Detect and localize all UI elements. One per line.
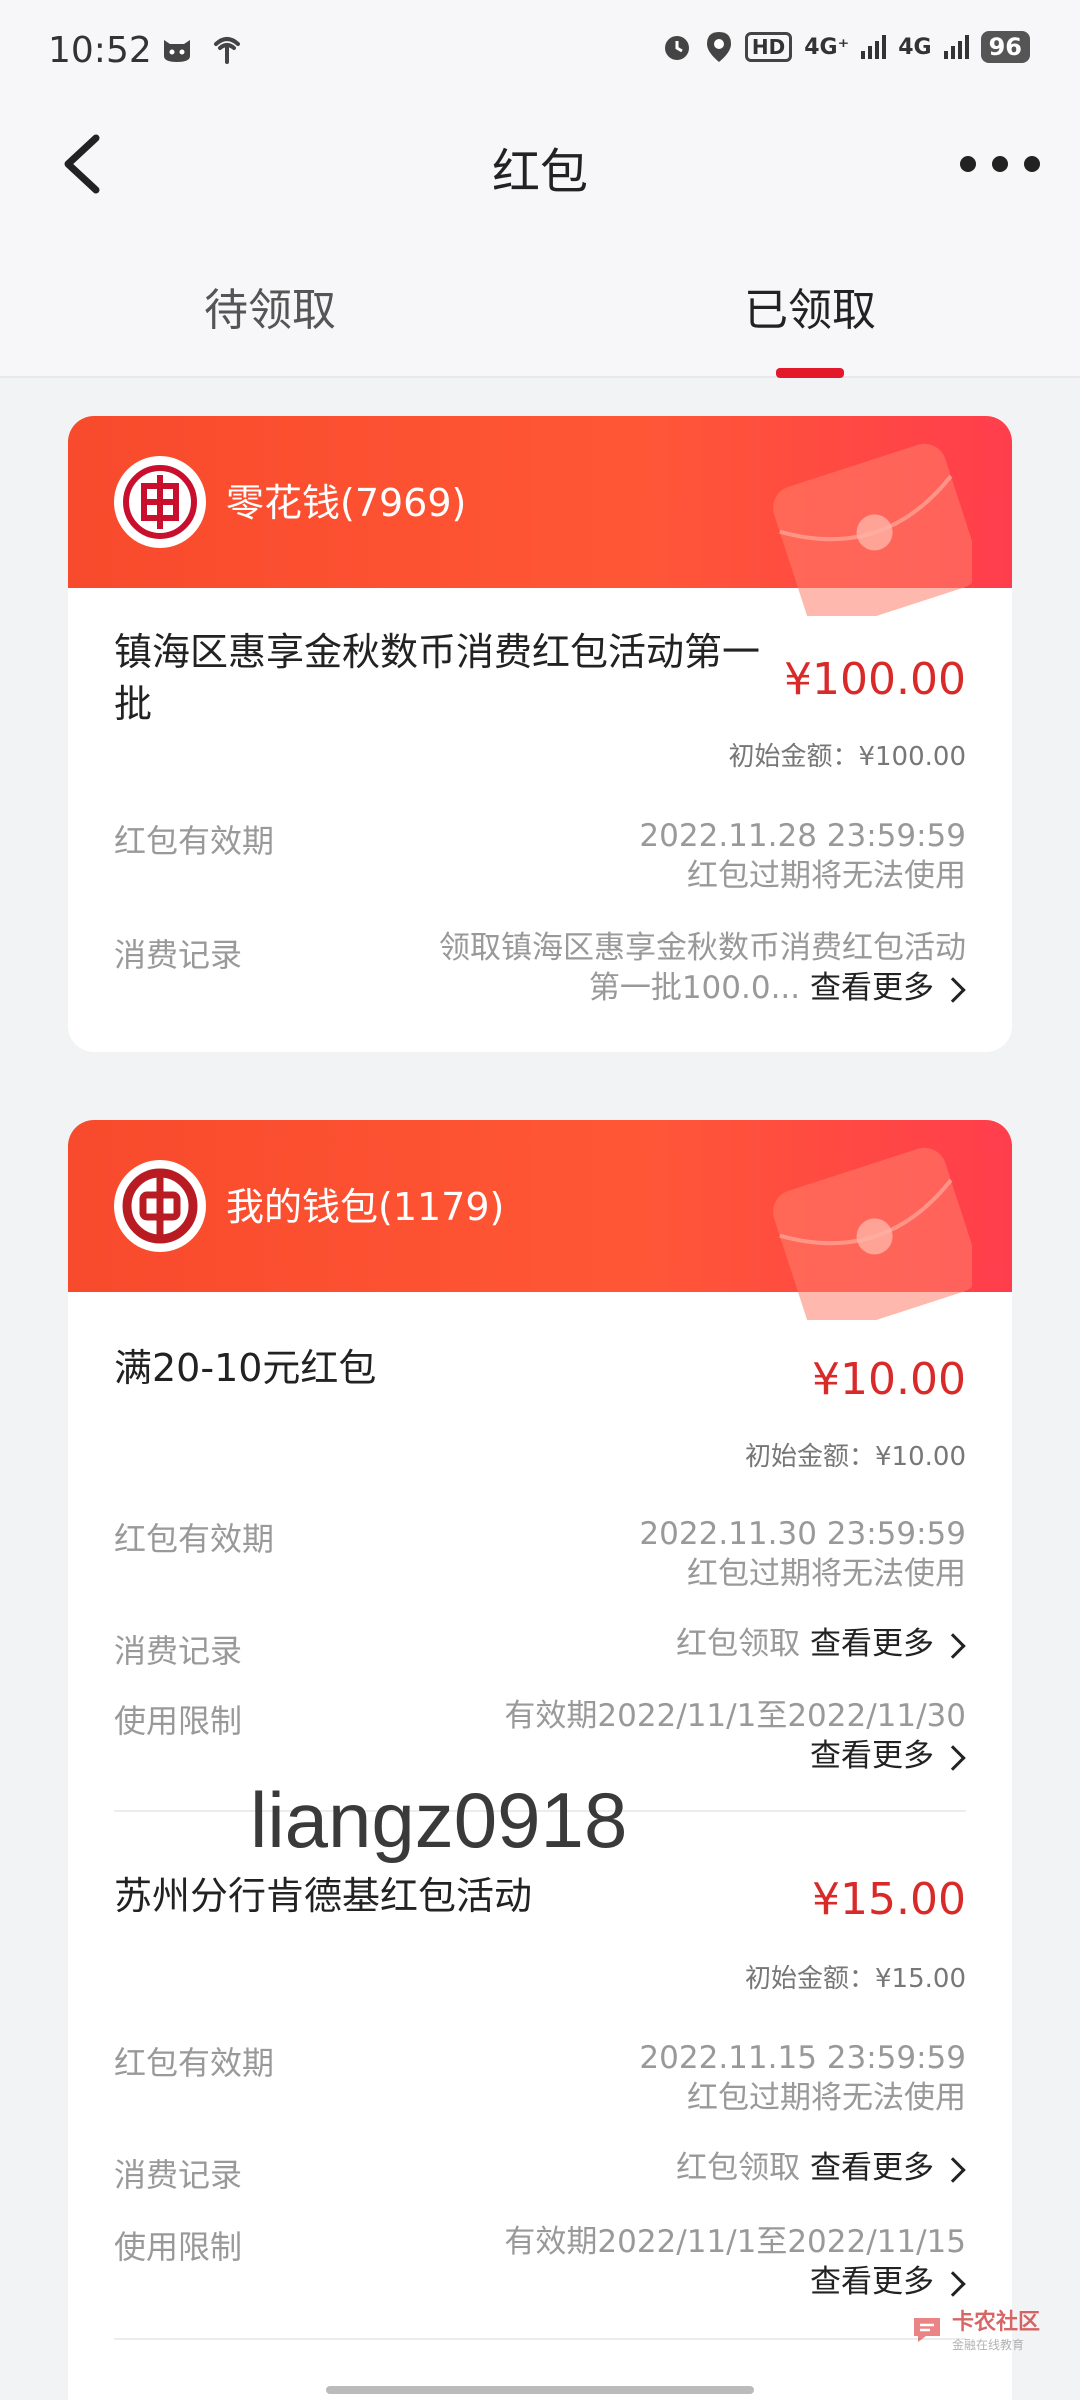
wallet-name: 零花钱(7969) — [226, 481, 467, 525]
battery-icon: 96 — [980, 31, 1030, 63]
record-label: 消费记录 — [114, 1632, 243, 1670]
limit-text: 有效期2022/11/1至2022/11/15 — [504, 2224, 966, 2260]
status-bar: 10:52 HD 4G⁺ 4G 96 — [0, 0, 1080, 104]
redpacket-item[interactable]: 满20-10元红包 ¥10.00 初始金额：¥10.00 红包有效期 2022.… — [68, 1292, 1012, 1812]
view-more-link[interactable]: 查看更多 — [810, 970, 966, 1006]
forum-logo-tagline: 金融在线教育 — [951, 2338, 1024, 2352]
bank-logo — [114, 1160, 206, 1252]
limit-text: 有效期2022/11/1至2022/11/30 — [504, 1698, 966, 1734]
chevron-right-icon — [940, 1632, 966, 1659]
validity-note: 红包过期将无法使用 — [687, 858, 966, 894]
wallet-card: 零花钱(7969) 镇海区惠享金秋数币消费红包活动第一批 ¥100.00 初始金… — [68, 416, 1012, 1052]
limit-label: 使用限制 — [114, 2228, 243, 2266]
validity-date: 2022.11.15 23:59:59 — [639, 2040, 966, 2076]
signal-icon — [861, 35, 887, 59]
validity-date: 2022.11.30 23:59:59 — [639, 1516, 966, 1552]
record-text: 红包领取 — [676, 2150, 801, 2186]
limit-value: 有效期2022/11/1至2022/11/15 查看更多 — [504, 2222, 966, 2302]
limit-label: 使用限制 — [114, 1702, 243, 1740]
record-label: 消费记录 — [114, 936, 243, 974]
validity-value: 2022.11.15 23:59:59 红包过期将无法使用 — [639, 2038, 966, 2118]
tab-bar: 待领取 已领取 — [0, 224, 1080, 378]
location-icon — [706, 32, 731, 62]
record-text: 红包领取 — [676, 1626, 801, 1662]
bank-logo — [114, 456, 206, 548]
record-line-2: 第一批100.0... — [588, 970, 801, 1006]
network-label-1: 4G⁺ — [804, 34, 850, 60]
validity-note: 红包过期将无法使用 — [687, 1556, 966, 1592]
validity-value: 2022.11.28 23:59:59 红包过期将无法使用 — [639, 816, 966, 896]
chevron-right-icon — [940, 2270, 966, 2297]
validity-label: 红包有效期 — [114, 1520, 275, 1558]
telecom-icon — [214, 37, 240, 64]
more-options-icon[interactable] — [960, 144, 1040, 184]
wallet-card: 我的钱包(1179) 满20-10元红包 ¥10.00 初始金额：¥10.00 … — [68, 1120, 1012, 2400]
user-watermark: liangz0918 — [250, 1776, 628, 1864]
status-left-icons — [160, 32, 244, 66]
validity-label: 红包有效期 — [114, 2044, 275, 2082]
forum-logo-name: 卡农社区 — [951, 2310, 1040, 2335]
record-value: 领取镇海区惠享金秋数币消费红包活动 第一批100.0... 查看更多 — [439, 928, 966, 1008]
icbc-logo-icon — [123, 465, 197, 539]
forum-logo-icon — [913, 2317, 940, 2342]
alarm-icon — [664, 36, 689, 60]
wallet-name: 我的钱包(1179) — [226, 1185, 505, 1229]
hd-badge: HD — [744, 32, 793, 62]
validity-value: 2022.11.30 23:59:59 红包过期将无法使用 — [639, 1514, 966, 1594]
tab-pending[interactable]: 待领取 — [204, 274, 336, 338]
redpacket-amount: ¥10.00 — [812, 1354, 966, 1405]
status-time: 10:52 — [48, 30, 152, 71]
redpacket-initial-amount: 初始金额：¥100.00 — [728, 742, 966, 772]
record-value: 红包领取 查看更多 — [676, 2148, 966, 2188]
redpacket-initial-amount: 初始金额：¥15.00 — [745, 1964, 966, 1994]
tab-active-indicator — [776, 368, 844, 378]
view-more-link[interactable]: 查看更多 — [810, 2150, 966, 2186]
validity-note: 红包过期将无法使用 — [687, 2080, 966, 2116]
validity-label: 红包有效期 — [114, 822, 275, 860]
network-label-2: 4G — [898, 34, 932, 60]
record-line-1: 领取镇海区惠享金秋数币消费红包活动 — [439, 930, 966, 966]
page-title: 红包 — [491, 144, 588, 200]
nav-bar: 红包 — [0, 104, 1080, 224]
home-indicator[interactable] — [326, 2386, 754, 2394]
validity-date: 2022.11.28 23:59:59 — [639, 818, 966, 854]
signal-icon — [943, 35, 969, 59]
redpacket-title: 满20-10元红包 — [114, 1346, 377, 1390]
forum-watermark-logo: 卡农社区 金融在线教育 — [910, 2304, 1040, 2353]
record-label: 消费记录 — [114, 2156, 243, 2194]
tab-received[interactable]: 已领取 — [744, 274, 876, 338]
redpacket-initial-amount: 初始金额：¥10.00 — [745, 1442, 966, 1472]
wallet-card-header: 零花钱(7969) — [68, 416, 1012, 616]
chevron-right-icon — [940, 976, 966, 1003]
view-more-link[interactable]: 查看更多 — [504, 2262, 966, 2302]
chevron-right-icon — [940, 2156, 966, 2183]
redpacket-amount: ¥100.00 — [784, 654, 966, 705]
chevron-right-icon — [940, 1744, 966, 1771]
cat-icon — [164, 40, 190, 62]
redpacket-title: 镇海区惠享金秋数币消费红包活动第一批 — [114, 630, 761, 726]
limit-value: 有效期2022/11/1至2022/11/30 查看更多 — [504, 1696, 966, 1776]
view-more-link[interactable]: 查看更多 — [504, 1736, 966, 1776]
redpacket-item[interactable]: 镇海区惠享金秋数币消费红包活动第一批 ¥100.00 初始金额：¥100.00 … — [68, 588, 1012, 1052]
view-more-link[interactable]: 查看更多 — [810, 1626, 966, 1662]
redpacket-title: 苏州分行肯德基红包活动 — [114, 1874, 533, 1918]
wallet-card-header: 我的钱包(1179) — [68, 1120, 1012, 1320]
status-right-icons: HD 4G⁺ 4G 96 — [661, 30, 1030, 64]
redpacket-amount: ¥15.00 — [812, 1874, 966, 1925]
record-value: 红包领取 查看更多 — [676, 1624, 966, 1664]
item-divider — [114, 2338, 966, 2340]
redpacket-item[interactable]: 苏州分行肯德基红包活动 ¥15.00 初始金额：¥15.00 红包有效期 202… — [68, 1812, 1012, 2352]
boc-logo-icon — [122, 1168, 198, 1244]
